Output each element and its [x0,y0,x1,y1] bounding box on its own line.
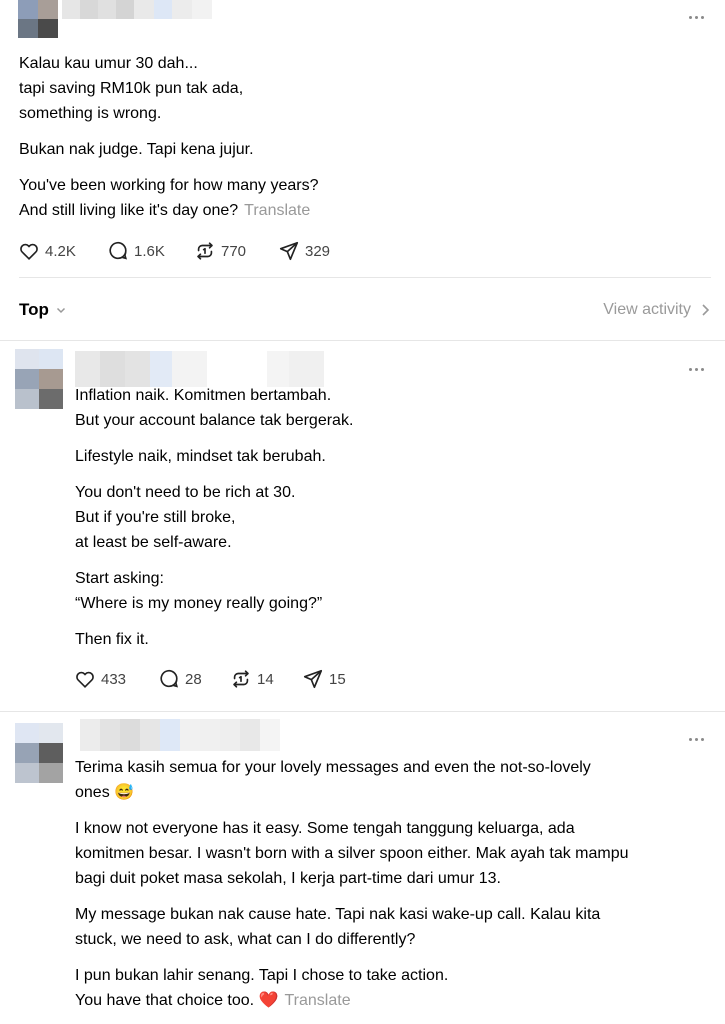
translate-link[interactable]: Translate [284,992,350,1009]
view-activity-link[interactable]: View activity [603,301,711,319]
repost-count: 14 [257,670,274,688]
post-line: But if you're still broke, [75,509,236,526]
post-line-text: ones [75,784,110,801]
heart-icon [20,243,38,260]
divider [19,277,711,278]
post-line: Terima kasih semua for your lovely messa… [75,759,591,776]
post-line: You've been working for how many years? [19,177,319,194]
reply-1-actions: 433 28 14 15 [74,668,346,690]
post-line: something is wrong. [19,105,162,122]
divider [0,340,725,341]
view-activity-label: View activity [603,301,691,318]
main-post-header-redacted [18,0,212,38]
post-line: at least be self-aware. [75,534,232,551]
reply-2-text: Terima kasih semua for your lovely messa… [75,755,629,1013]
reply-count: 1.6K [134,242,165,260]
like-button[interactable]: 433 [74,668,158,690]
post-line: Kalau kau umur 30 dah... [19,55,198,72]
reply-count: 28 [185,670,202,688]
post-line: Start asking: [75,570,164,587]
repost-button[interactable]: 14 [230,668,302,690]
reply-1-text: Inflation naik. Komitmen bertambah. But … [75,383,353,652]
like-button[interactable]: 4.2K [18,240,107,262]
post-line: My message bukan nak cause hate. Tapi na… [75,906,601,923]
post-line: I know not everyone has it easy. Some te… [75,820,575,837]
post-line: I pun bukan lahir senang. Tapi I chose t… [75,967,449,984]
more-icon[interactable] [685,362,707,376]
post-line: “Where is my money really going?” [75,595,323,612]
post-line-text: You have that choice too. [75,992,255,1009]
repost-count: 770 [221,242,247,260]
repost-icon [197,242,213,260]
like-count: 433 [101,670,127,688]
red-heart-emoji: ❤️ [258,992,279,1009]
sort-label: Top [19,300,49,319]
post-line: komitmen besar. I wasn't born with a sil… [75,845,629,862]
more-icon[interactable] [685,732,707,746]
share-count: 15 [329,670,346,688]
grin-sweat-emoji: 😅 [114,784,135,801]
share-icon [279,241,299,261]
post-line: But your account balance tak bergerak. [75,412,354,429]
reply-icon [109,241,127,260]
username-redacted[interactable] [80,719,280,751]
post-line: tapi saving RM10k pun tak ada, [19,80,244,97]
more-icon[interactable] [685,10,707,24]
username-redacted[interactable] [75,351,324,387]
post-line: You have that choice too. ❤️ Translate [75,988,629,1013]
post-line: Bukan nak judge. Tapi kena jujur. [19,141,254,158]
share-icon [303,669,323,689]
filter-row: Top View activity [19,296,711,324]
repost-icon [233,670,249,688]
post-line: stuck, we need to ask, what can I do dif… [75,931,416,948]
sort-dropdown[interactable]: Top [19,300,67,320]
post-line-text: And still living like it's day one? [19,202,239,219]
post-line: bagi duit poket masa sekolah, I kerja pa… [75,870,501,887]
chevron-down-icon [56,307,65,314]
avatar[interactable] [15,349,63,409]
repost-button[interactable]: 770 [194,240,278,262]
translate-link[interactable]: Translate [244,202,310,219]
avatar[interactable] [15,723,63,783]
main-post-actions: 4.2K 1.6K 770 329 [18,240,330,262]
post-line: Lifestyle naik, mindset tak berubah. [75,448,326,465]
reply-icon [160,669,178,688]
heart-icon [76,671,94,688]
main-post-text: Kalau kau umur 30 dah... tapi saving RM1… [19,51,319,223]
post-line: And still living like it's day one? Trans… [19,198,319,223]
share-button[interactable]: 15 [302,668,346,690]
share-count: 329 [305,242,331,260]
chevron-right-icon [702,304,710,316]
divider [0,711,725,712]
reply-button[interactable]: 1.6K [107,240,194,262]
reply-button[interactable]: 28 [158,668,230,690]
post-line: Then fix it. [75,631,149,648]
post-line: You don't need to be rich at 30. [75,484,296,501]
post-line: Inflation naik. Komitmen bertambah. [75,387,332,404]
post-line: ones 😅 [75,780,629,805]
share-button[interactable]: 329 [278,240,330,262]
like-count: 4.2K [45,242,76,260]
